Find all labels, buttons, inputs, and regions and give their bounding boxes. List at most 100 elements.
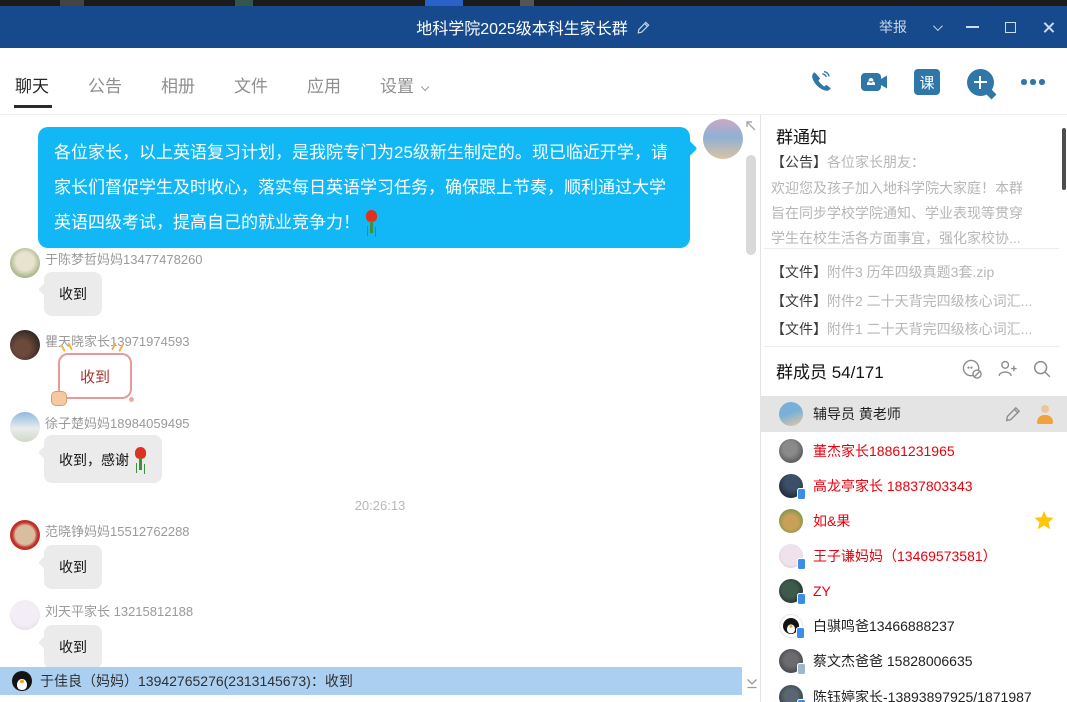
pencil-icon[interactable] bbox=[1004, 405, 1022, 423]
qq-group-chat-window: 地科学院2025级本科生家长群 举报 聊天 公告 相册 文件 应用 设置 bbox=[0, 0, 1067, 702]
mobile-online-badge bbox=[797, 663, 806, 675]
member-row[interactable]: 董杰家长18861231965 bbox=[761, 433, 1067, 468]
star-badge-icon bbox=[1034, 511, 1054, 530]
edit-title-icon[interactable] bbox=[636, 20, 651, 35]
announcement-line: 旨在同步学校学院通知、学业表现等贯穿 bbox=[771, 203, 1023, 223]
member-avatar bbox=[779, 474, 803, 498]
avatar-yuchenmengzhe[interactable] bbox=[10, 248, 40, 278]
member-row[interactable]: 蔡文杰爸爸 15828006635 bbox=[761, 643, 1067, 678]
announcement-row[interactable]: 【公告】各位家长朋友： bbox=[771, 152, 925, 172]
minimize-button[interactable] bbox=[966, 26, 979, 28]
class-icon[interactable]: 课 bbox=[913, 68, 941, 96]
member-avatar bbox=[779, 544, 803, 568]
anonymous-icon[interactable] bbox=[961, 358, 983, 380]
member-row[interactable]: 陈钰婷家长-13893897925/1871987 bbox=[761, 679, 1067, 702]
members-title: 群成员 54/171 bbox=[776, 358, 884, 383]
tab-files[interactable]: 文件 bbox=[234, 72, 268, 97]
tab-apps[interactable]: 应用 bbox=[307, 72, 341, 97]
sender-name: 于陈梦哲妈妈13477478260 bbox=[45, 249, 203, 268]
tab-chat[interactable]: 聊天 bbox=[15, 72, 49, 97]
announcement-line: 欢迎您及孩子加入地科学院大家庭！本群 bbox=[771, 178, 1023, 198]
sticker-message[interactable]: 收到 bbox=[58, 353, 132, 399]
sidebar-scrollbar-thumb[interactable] bbox=[1062, 128, 1066, 190]
file-tag: 【文件】 bbox=[771, 321, 827, 337]
tab-settings[interactable]: 设置 bbox=[380, 72, 426, 97]
mobile-online-badge bbox=[797, 699, 806, 702]
plus-bubble-icon[interactable] bbox=[966, 68, 994, 96]
message-text: 收到 bbox=[59, 286, 87, 302]
member-row[interactable]: 如&果 bbox=[761, 503, 1067, 538]
member-name: 董杰家长18861231965 bbox=[813, 441, 955, 461]
sender-name: 徐子楚妈妈18984059495 bbox=[45, 413, 190, 432]
member-avatar bbox=[779, 685, 803, 702]
member-avatar bbox=[779, 509, 803, 533]
settings-chevron-down-icon bbox=[421, 83, 429, 91]
message-text: 收到 bbox=[59, 639, 87, 655]
member-name: 辅导员 黄老师 bbox=[813, 404, 901, 424]
jump-to-bottom-icon[interactable] bbox=[744, 675, 760, 691]
video-call-icon[interactable] bbox=[860, 68, 888, 96]
chat-scrollbar-thumb[interactable] bbox=[746, 155, 756, 255]
sender-name: 范晓铮妈妈15512762288 bbox=[45, 521, 190, 540]
avatar-xuzichu[interactable] bbox=[10, 412, 40, 442]
add-member-icon[interactable] bbox=[996, 358, 1018, 380]
sent-message-bubble[interactable]: 各位家长，以上英语复习计划，是我院专门为25级新生制定的。现已临近开学，请家长们… bbox=[38, 127, 690, 248]
mobile-online-badge bbox=[797, 488, 806, 500]
member-avatar bbox=[779, 402, 803, 426]
tab-album[interactable]: 相册 bbox=[161, 72, 195, 97]
file-name: 附件1 二十天背完四级核心词汇... bbox=[827, 321, 1032, 337]
member-avatar bbox=[779, 579, 803, 603]
collapse-arrow-icon[interactable] bbox=[742, 117, 758, 133]
admin-person-icon bbox=[1036, 405, 1054, 424]
member-row-counselor[interactable]: 辅导员 黄老师 bbox=[761, 396, 1067, 432]
file-tag: 【文件】 bbox=[771, 293, 827, 309]
member-name: 高龙亭家长 18837803343 bbox=[813, 476, 973, 496]
tab-announcement[interactable]: 公告 bbox=[88, 72, 122, 97]
file-row[interactable]: 【文件】附件1 二十天背完四级核心词汇... bbox=[771, 319, 1032, 339]
more-icon[interactable] bbox=[1019, 68, 1047, 96]
report-button[interactable]: 举报 bbox=[879, 17, 907, 37]
maximize-button[interactable] bbox=[1005, 22, 1016, 33]
voice-call-icon[interactable] bbox=[807, 68, 835, 96]
group-title: 地科学院2025级本科生家长群 bbox=[416, 15, 628, 39]
own-avatar[interactable] bbox=[703, 119, 743, 159]
member-search-icon[interactable] bbox=[1031, 358, 1053, 380]
announcement-line: 学生在校生活各方面事宜，强化家校协... bbox=[771, 228, 1021, 248]
file-row[interactable]: 【文件】附件3 历年四级真题3套.zip bbox=[771, 262, 994, 282]
sticker-text: 收到 bbox=[80, 366, 110, 387]
file-row[interactable]: 【文件】附件2 二十天背完四级核心词汇... bbox=[771, 291, 1032, 311]
new-message-notice-bar[interactable]: 于佳良（妈妈）13942765276(2313145673)：收到 bbox=[0, 667, 742, 695]
bubble-tail bbox=[986, 89, 996, 99]
member-name: ZY bbox=[813, 583, 831, 599]
message-bubble[interactable]: 收到 bbox=[44, 545, 102, 589]
mobile-online-badge bbox=[797, 558, 806, 570]
timestamp: 20:26:13 bbox=[0, 498, 760, 513]
fist-icon bbox=[51, 391, 67, 406]
announcement-title: 各位家长朋友： bbox=[827, 154, 925, 170]
notice-bar-text: 于佳良（妈妈）13942765276(2313145673)：收到 bbox=[40, 671, 353, 691]
avatar-liutianping[interactable] bbox=[10, 600, 40, 630]
avatar-fanxiaozheng[interactable] bbox=[10, 520, 40, 550]
divider bbox=[764, 248, 1059, 249]
member-row[interactable]: ZY bbox=[761, 573, 1067, 608]
member-name: 白骐鸣爸13466888237 bbox=[813, 616, 955, 636]
sticker-dot bbox=[129, 397, 134, 402]
member-row[interactable]: 白骐鸣爸13466888237 bbox=[761, 608, 1067, 643]
message-bubble[interactable]: 收到 bbox=[44, 625, 102, 669]
titlebar-chevron-down-icon[interactable] bbox=[933, 21, 943, 31]
file-tag: 【文件】 bbox=[771, 264, 827, 280]
group-notice-title: 群通知 bbox=[776, 123, 827, 148]
member-row[interactable]: 高龙亭家长 18837803343 bbox=[761, 468, 1067, 503]
avatar-qutianxiao[interactable] bbox=[10, 330, 40, 360]
rose-emoji bbox=[365, 210, 378, 234]
close-button[interactable] bbox=[1042, 21, 1055, 34]
message-text: 收到，感谢 bbox=[59, 452, 129, 468]
member-avatar bbox=[779, 649, 803, 673]
message-bubble[interactable]: 收到 bbox=[44, 272, 102, 316]
member-name: 蔡文杰爸爸 15828006635 bbox=[813, 651, 973, 671]
member-row[interactable]: 王子谦妈妈（13469573581） bbox=[761, 538, 1067, 573]
message-bubble[interactable]: 收到，感谢 bbox=[44, 435, 162, 483]
sent-message-text: 各位家长，以上英语复习计划，是我院专门为25级新生制定的。现已临近开学，请家长们… bbox=[54, 143, 668, 232]
tabbar: 聊天 公告 相册 文件 应用 设置 课 bbox=[0, 48, 1067, 115]
rose-emoji bbox=[134, 447, 147, 471]
